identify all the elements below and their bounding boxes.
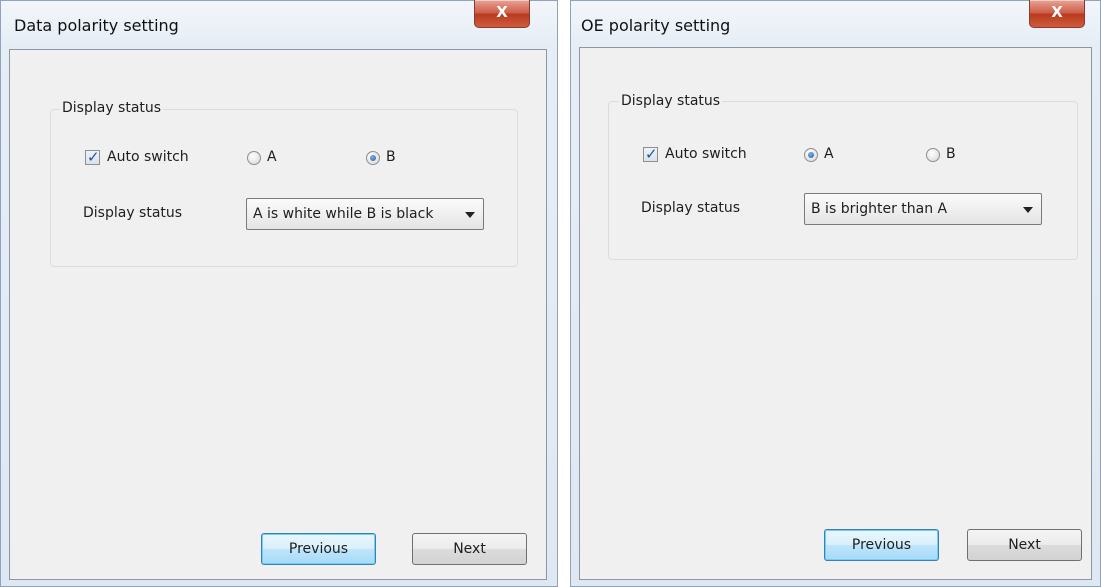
checkmark-icon: ✓ <box>645 145 658 163</box>
group-label: Display status <box>619 93 723 109</box>
chevron-down-icon[interactable] <box>465 212 475 218</box>
radio-a-label[interactable]: A <box>824 146 834 162</box>
display-status-value: B is brighter than A <box>811 201 948 217</box>
radio-b-label[interactable]: B <box>946 146 956 162</box>
radio-b[interactable] <box>366 151 380 165</box>
checkmark-icon: ✓ <box>87 148 100 166</box>
close-button[interactable]: X <box>474 0 530 28</box>
display-status-group <box>608 101 1078 260</box>
display-status-dropdown[interactable]: A is white while B is black <box>246 198 484 230</box>
auto-switch-checkbox[interactable]: ✓ <box>85 148 100 166</box>
auto-switch-checkbox[interactable]: ✓ <box>643 145 658 163</box>
display-status-label: Display status <box>641 200 741 216</box>
group-label: Display status <box>60 100 164 116</box>
close-button[interactable]: X <box>1029 0 1085 28</box>
auto-switch-label[interactable]: Auto switch <box>665 146 747 162</box>
oe-polarity-dialog: OE polarity setting X Display status ✓ A… <box>570 0 1101 587</box>
previous-button[interactable]: Previous <box>261 533 376 565</box>
display-status-label: Display status <box>83 205 183 221</box>
window-title: Data polarity setting <box>14 16 179 35</box>
window-title: OE polarity setting <box>581 16 731 35</box>
next-button[interactable]: Next <box>412 533 527 565</box>
radio-b-label[interactable]: B <box>386 149 396 165</box>
chevron-down-icon[interactable] <box>1023 207 1033 213</box>
radio-a-label[interactable]: A <box>267 149 277 165</box>
display-status-value: A is white while B is black <box>253 206 434 222</box>
next-button[interactable]: Next <box>967 529 1082 561</box>
radio-b[interactable] <box>926 148 940 162</box>
dialog-client-area: Display status ✓ Auto switch A B Display… <box>9 49 547 580</box>
data-polarity-dialog: Data polarity setting X Display status ✓… <box>0 0 558 587</box>
display-status-group <box>50 109 518 267</box>
auto-switch-label[interactable]: Auto switch <box>107 149 189 165</box>
radio-a[interactable] <box>804 148 818 162</box>
dialog-client-area: Display status ✓ Auto switch A B Display… <box>579 47 1092 580</box>
radio-a[interactable] <box>247 151 261 165</box>
previous-button[interactable]: Previous <box>824 529 939 561</box>
display-status-dropdown[interactable]: B is brighter than A <box>804 193 1042 225</box>
